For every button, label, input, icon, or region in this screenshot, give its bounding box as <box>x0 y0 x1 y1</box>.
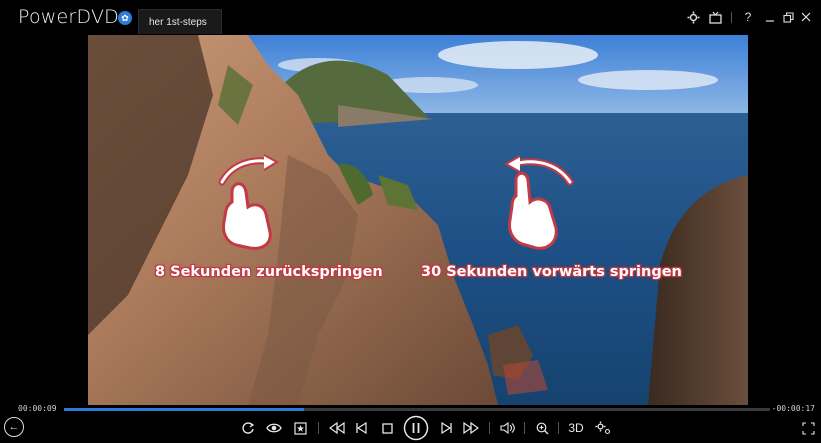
previous-icon[interactable] <box>350 417 372 439</box>
media-tab[interactable]: her 1st-steps <box>138 9 222 34</box>
controls-divider <box>318 422 319 434</box>
pause-button[interactable] <box>402 414 430 442</box>
fullscreen-icon[interactable] <box>797 417 819 439</box>
video-scene <box>88 35 748 405</box>
titlebar-divider <box>731 11 732 23</box>
seek-bar-progress <box>64 408 305 411</box>
notification-badge-icon[interactable]: ✿ <box>118 11 132 25</box>
controls-divider <box>524 422 525 434</box>
title-bar: PowerDVD ✿ her 1st-steps ? <box>0 0 821 35</box>
app-title: PowerDVD <box>18 6 119 28</box>
three-d-label: 3D <box>568 421 584 435</box>
playback-controls: 3D <box>0 412 821 443</box>
swipe-left-hand-icon <box>218 154 280 250</box>
media-tab-label: her 1st-steps <box>149 16 207 28</box>
restore-icon[interactable] <box>779 8 797 26</box>
repeat-icon[interactable] <box>237 417 259 439</box>
rewind-icon[interactable] <box>326 417 348 439</box>
seek-bar[interactable] <box>64 408 770 411</box>
stop-icon[interactable] <box>376 417 398 439</box>
help-icon[interactable]: ? <box>739 8 757 26</box>
window-controls: ? <box>684 8 815 26</box>
close-icon[interactable] <box>797 8 815 26</box>
swipe-right-hand-icon <box>503 155 574 250</box>
three-d-button[interactable]: 3D <box>563 417 589 439</box>
minimize-icon[interactable] <box>761 8 779 26</box>
bookmark-star-icon[interactable] <box>289 417 311 439</box>
next-icon[interactable] <box>436 417 458 439</box>
video-frame[interactable] <box>88 35 748 405</box>
controls-divider <box>558 422 559 434</box>
eye-icon[interactable] <box>263 417 285 439</box>
zoom-in-icon[interactable] <box>531 417 553 439</box>
skip-forward-caption: 30 Sekunden vorwärts springen <box>421 264 682 280</box>
advanced-settings-icon[interactable] <box>592 417 614 439</box>
fast-forward-icon[interactable] <box>460 417 482 439</box>
controls-divider <box>489 422 490 434</box>
tv-mode-icon[interactable] <box>706 8 724 26</box>
settings-gear-icon[interactable] <box>684 8 702 26</box>
skip-back-caption: 8 Sekunden zurückspringen <box>155 264 383 280</box>
volume-icon[interactable] <box>496 417 518 439</box>
